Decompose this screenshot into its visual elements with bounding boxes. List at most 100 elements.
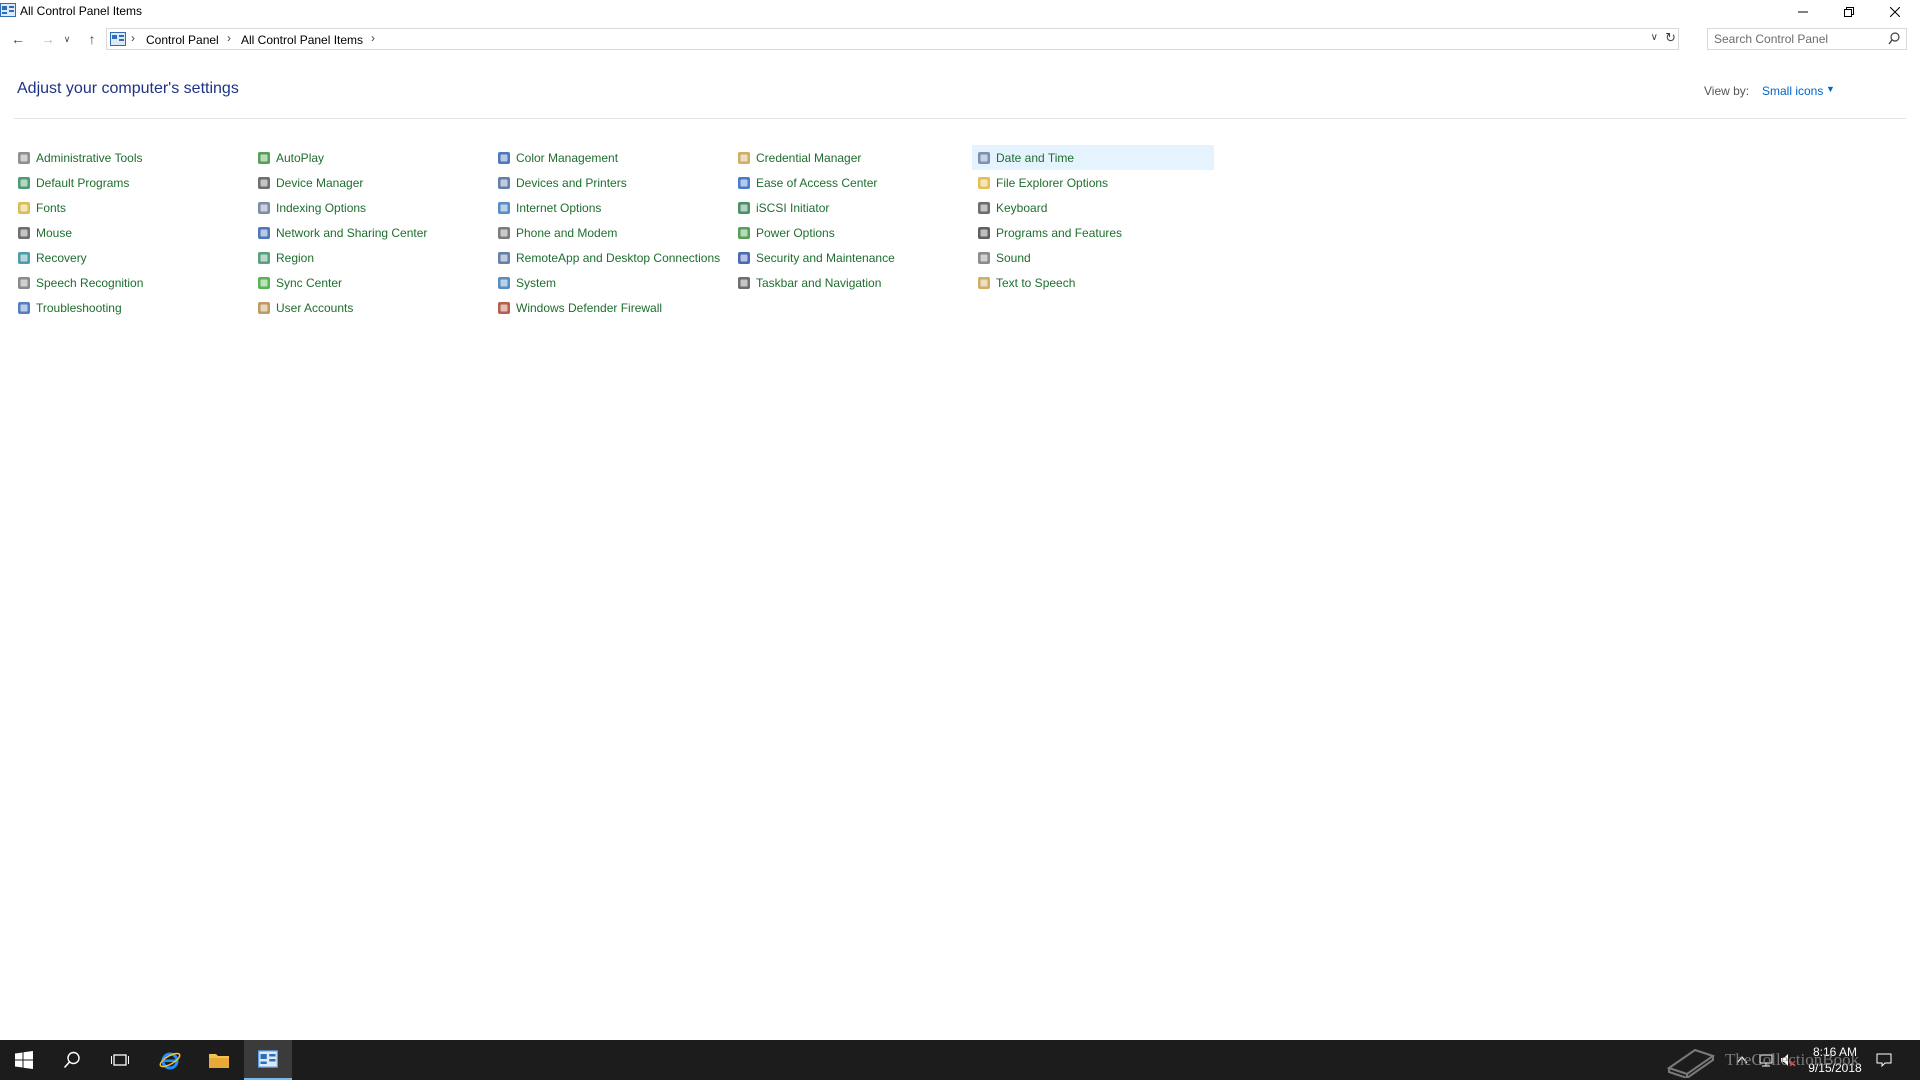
control-panel-item[interactable]: Devices and Printers xyxy=(494,170,734,195)
control-panel-item[interactable]: File Explorer Options xyxy=(974,170,1214,195)
control-panel-item-label: Power Options xyxy=(756,225,835,240)
control-panel-item[interactable]: RemoteApp and Desktop Connections xyxy=(494,245,734,270)
control-panel-item[interactable]: Taskbar and Navigation xyxy=(734,270,974,295)
control-panel-item[interactable]: Speech Recognition xyxy=(14,270,254,295)
control-panel-item-label: Programs and Features xyxy=(996,225,1123,240)
chevron-down-icon[interactable]: ▼ xyxy=(1826,84,1835,94)
color-management-icon xyxy=(496,150,512,166)
control-panel-item-label: Credential Manager xyxy=(756,150,862,165)
page-title: Adjust your computer's settings xyxy=(17,80,239,97)
network-sharing-icon xyxy=(256,225,272,241)
remoteapp-icon xyxy=(496,250,512,266)
control-panel-item[interactable]: User Accounts xyxy=(254,295,494,320)
control-panel-item-label: Ease of Access Center xyxy=(756,175,878,190)
control-panel-item-label: Default Programs xyxy=(36,175,130,190)
control-panel-item[interactable]: Keyboard xyxy=(974,195,1214,220)
search-input[interactable] xyxy=(1708,29,1878,49)
control-panel-item[interactable]: Indexing Options xyxy=(254,195,494,220)
internet-explorer-icon xyxy=(159,1052,181,1070)
breadcrumb-separator[interactable]: › xyxy=(371,31,375,45)
task-view-button[interactable] xyxy=(96,1040,144,1080)
address-bar[interactable]: › Control Panel › All Control Panel Item… xyxy=(106,28,1679,50)
control-panel-item[interactable]: Sound xyxy=(974,245,1214,270)
minimize-button[interactable] xyxy=(1780,0,1826,24)
close-button[interactable] xyxy=(1872,0,1918,24)
forward-button[interactable]: → xyxy=(36,26,60,52)
file-explorer-button[interactable] xyxy=(195,1040,243,1080)
control-panel-item[interactable]: Fonts xyxy=(14,195,254,220)
control-panel-item-label: Region xyxy=(276,250,315,265)
control-panel-item[interactable]: Device Manager xyxy=(254,170,494,195)
breadcrumb-all-items[interactable]: All Control Panel Items xyxy=(241,33,363,47)
breadcrumb-separator[interactable]: › xyxy=(227,31,231,45)
control-panel-item-label: Internet Options xyxy=(516,200,602,215)
control-panel-item[interactable]: Color Management xyxy=(494,145,734,170)
control-panel-item[interactable]: Programs and Features xyxy=(974,220,1214,245)
up-arrow-icon: ↑ xyxy=(88,31,96,47)
control-panel-item-label: Sound xyxy=(996,250,1031,265)
view-by-label: View by: xyxy=(1704,84,1750,98)
window-title: All Control Panel Items xyxy=(20,4,143,18)
control-panel-item[interactable]: Credential Manager xyxy=(734,145,974,170)
internet-explorer-button[interactable] xyxy=(146,1040,194,1080)
back-button[interactable]: ← xyxy=(6,26,30,52)
search-button[interactable] xyxy=(48,1040,96,1080)
programs-features-icon xyxy=(976,225,992,241)
control-panel-item[interactable]: Sync Center xyxy=(254,270,494,295)
action-center[interactable] xyxy=(1876,1040,1892,1080)
control-panel-item-label: Color Management xyxy=(516,150,619,165)
refresh-icon[interactable]: ↻ xyxy=(1665,30,1676,46)
restore-button[interactable] xyxy=(1826,0,1872,24)
control-panel-item-label: Recovery xyxy=(36,250,87,265)
control-panel-taskbar-button[interactable] xyxy=(244,1040,292,1080)
control-panel-item[interactable]: Power Options xyxy=(734,220,974,245)
region-icon xyxy=(256,250,272,266)
recovery-icon xyxy=(16,250,32,266)
address-dropdown-icon[interactable]: ∨ xyxy=(1651,32,1658,43)
control-panel-item[interactable]: Troubleshooting xyxy=(14,295,254,320)
up-button[interactable]: ↑ xyxy=(80,26,104,52)
recent-locations-button[interactable]: ∨ xyxy=(60,26,74,52)
control-panel-item[interactable]: Text to Speech xyxy=(974,270,1214,295)
control-panel-item-label: Administrative Tools xyxy=(36,150,143,165)
control-panel-item[interactable]: AutoPlay xyxy=(254,145,494,170)
text-to-speech-icon xyxy=(976,275,992,291)
control-panel-item[interactable]: System xyxy=(494,270,734,295)
search-icon[interactable] xyxy=(1888,32,1900,46)
search-box[interactable] xyxy=(1707,28,1907,50)
control-panel-item[interactable]: Internet Options xyxy=(494,195,734,220)
control-panel-item[interactable]: iSCSI Initiator xyxy=(734,195,974,220)
notifications-icon xyxy=(1876,1053,1892,1067)
book-logo-icon xyxy=(1666,1048,1716,1078)
control-panel-item[interactable]: Administrative Tools xyxy=(14,145,254,170)
view-by-dropdown[interactable]: Small icons xyxy=(1762,84,1823,98)
start-button[interactable] xyxy=(0,1040,48,1080)
control-panel-item[interactable]: Date and Time xyxy=(972,145,1214,170)
breadcrumb-control-panel[interactable]: Control Panel xyxy=(146,33,219,47)
control-panel-item[interactable]: Region xyxy=(254,245,494,270)
control-panel-item[interactable]: Windows Defender Firewall xyxy=(494,295,734,320)
forward-arrow-icon: → xyxy=(41,31,55,47)
control-panel-item-label: RemoteApp and Desktop Connections xyxy=(516,250,721,265)
control-panel-item[interactable]: Default Programs xyxy=(14,170,254,195)
control-panel-item-label: Indexing Options xyxy=(276,200,367,215)
control-panel-item-label: AutoPlay xyxy=(276,150,325,165)
keyboard-icon xyxy=(976,200,992,216)
breadcrumb-separator[interactable]: › xyxy=(131,31,135,45)
search-icon xyxy=(63,1051,80,1069)
control-panel-item[interactable]: Phone and Modem xyxy=(494,220,734,245)
control-panel-item[interactable]: Mouse xyxy=(14,220,254,245)
control-panel-item[interactable]: Ease of Access Center xyxy=(734,170,974,195)
control-panel-icon xyxy=(0,3,16,17)
power-options-icon xyxy=(736,225,752,241)
control-panel-item[interactable]: Network and Sharing Center xyxy=(254,220,494,245)
control-panel-item[interactable]: Security and Maintenance xyxy=(734,245,974,270)
iscsi-initiator-icon xyxy=(736,200,752,216)
title-bar: All Control Panel Items xyxy=(0,0,1920,24)
control-panel-item[interactable]: Recovery xyxy=(14,245,254,270)
watermark: TheCollectionBook xyxy=(1665,1040,1859,1080)
control-panel-item-label: Speech Recognition xyxy=(36,275,144,290)
control-panel-item-label: Device Manager xyxy=(276,175,364,190)
internet-options-icon xyxy=(496,200,512,216)
close-icon xyxy=(1890,7,1900,17)
